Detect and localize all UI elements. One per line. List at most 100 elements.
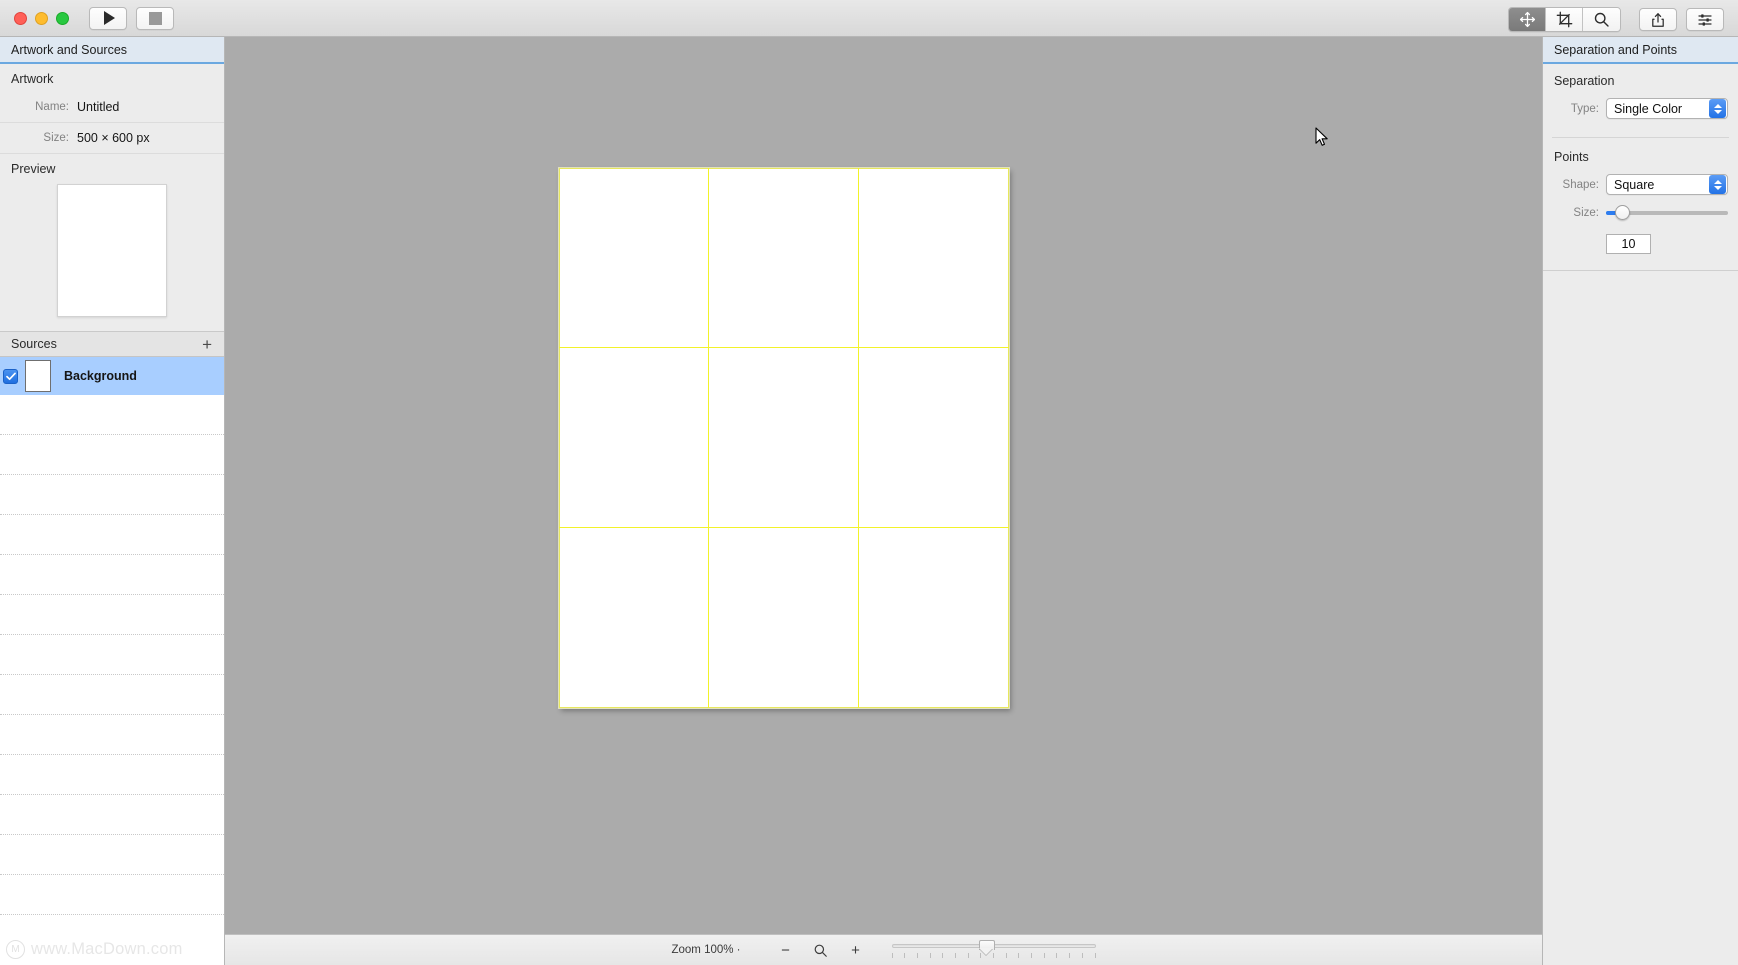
chevron-updown-icon [1709, 175, 1726, 194]
list-item[interactable] [0, 755, 224, 795]
guide-horizontal-1[interactable] [559, 347, 1009, 348]
main-body: Artwork and Sources Artwork Name: Untitl… [0, 37, 1738, 965]
play-icon [103, 11, 115, 25]
sources-empty-rows [0, 395, 224, 915]
list-item[interactable] [0, 715, 224, 755]
preview-area [0, 182, 224, 332]
guide-vertical-right[interactable] [1008, 168, 1009, 708]
play-button[interactable] [89, 6, 127, 30]
points-group: Points Shape: Square Size: 10 [1543, 140, 1738, 260]
crop-icon [1556, 11, 1572, 28]
check-icon [5, 372, 16, 380]
crop-tool-button[interactable] [1546, 8, 1583, 31]
zoom-tick [954, 953, 956, 958]
points-size-slider[interactable] [1606, 205, 1728, 221]
separation-type-label: Type: [1570, 102, 1599, 115]
zoom-tool-button[interactable] [1583, 8, 1620, 31]
zoom-tick [1081, 953, 1083, 958]
separation-group: Separation Type: Single Color [1543, 64, 1738, 131]
chevron-updown-icon [1709, 99, 1726, 118]
points-size-label: Size: [1573, 207, 1599, 219]
sliders-icon [1698, 13, 1712, 26]
minimize-button[interactable] [35, 11, 48, 25]
zoom-level-label: Zoom 100% · [671, 944, 741, 956]
list-item[interactable] [0, 875, 224, 915]
zoom-out-button[interactable]: − [773, 942, 799, 959]
guide-horizontal-top[interactable] [559, 168, 1009, 169]
preview-section-title: Preview [11, 162, 56, 176]
artwork-size-row: Size: 500 × 600 px [0, 123, 224, 154]
size-slider-thumb[interactable] [1615, 205, 1630, 220]
guide-horizontal-bottom[interactable] [559, 707, 1009, 708]
zoom-slider[interactable] [891, 940, 1096, 960]
zoom-tick [993, 953, 995, 958]
stop-icon [148, 11, 162, 25]
inspector-header: Separation and Points [1543, 37, 1738, 64]
stop-button[interactable] [136, 6, 174, 30]
guide-horizontal-2[interactable] [559, 527, 1009, 528]
zoom-tick [916, 953, 918, 958]
points-shape-value: Square [1614, 177, 1655, 192]
app-window: Artwork and Sources Artwork Name: Untitl… [0, 0, 1738, 965]
settings-button[interactable] [1686, 8, 1724, 31]
zoom-slider-ticks [891, 953, 1096, 958]
zoom-in-button[interactable]: + [843, 942, 869, 959]
zoom-fit-button[interactable] [808, 943, 834, 958]
list-item[interactable] [0, 675, 224, 715]
source-visibility-checkbox[interactable] [3, 368, 18, 384]
guide-vertical-left[interactable] [559, 168, 560, 708]
guide-vertical-2[interactable] [858, 168, 859, 708]
artwork-size-label: Size: [43, 132, 69, 144]
zoom-tick [1069, 953, 1071, 958]
source-name: Background [64, 369, 137, 383]
list-item[interactable] [0, 635, 224, 675]
move-tool-button[interactable] [1509, 8, 1546, 31]
sidebar-header: Artwork and Sources [0, 37, 224, 64]
artwork-section-title: Artwork [11, 72, 54, 86]
move-arrows-icon [1519, 11, 1535, 28]
zoom-slider-thumb[interactable] [978, 940, 995, 955]
guide-vertical-1[interactable] [708, 168, 709, 708]
points-shape-select[interactable]: Square [1606, 174, 1728, 195]
points-shape-label: Shape: [1562, 178, 1599, 191]
separation-type-value: Single Color [1614, 101, 1683, 116]
zoom-tick [1094, 953, 1096, 958]
separation-title: Separation [1554, 74, 1615, 88]
separation-type-select[interactable]: Single Color [1606, 98, 1728, 119]
zoom-button[interactable] [56, 11, 69, 25]
list-item[interactable] [0, 395, 224, 435]
list-item[interactable] [0, 595, 224, 635]
zoom-tick [1043, 953, 1045, 958]
zoom-tick [1018, 953, 1020, 958]
list-item[interactable] [0, 475, 224, 515]
points-size-input[interactable]: 10 [1606, 234, 1651, 254]
share-button[interactable] [1639, 8, 1677, 31]
aux-buttons [1639, 8, 1724, 31]
magnifier-icon [814, 944, 827, 957]
left-sidebar: Artwork and Sources Artwork Name: Untitl… [0, 37, 225, 965]
right-inspector: Separation and Points Separation Type: S… [1542, 37, 1738, 965]
list-item[interactable] [0, 555, 224, 595]
points-shape-row: Shape: Square [1543, 168, 1738, 201]
zoom-tick [891, 953, 893, 958]
artwork-name-value[interactable]: Untitled [77, 100, 119, 114]
list-item[interactable] [0, 435, 224, 475]
separation-type-row: Type: Single Color [1543, 92, 1738, 125]
artwork-size-value[interactable]: 500 × 600 px [77, 131, 150, 145]
list-item[interactable] [0, 795, 224, 835]
inspector-divider [1552, 137, 1729, 138]
list-item[interactable] [0, 835, 224, 875]
list-item[interactable]: Background [0, 357, 224, 395]
share-icon [1652, 12, 1664, 27]
status-bar: Zoom 100% · − + [225, 934, 1542, 965]
artboard[interactable] [558, 167, 1010, 709]
list-item[interactable] [0, 515, 224, 555]
add-source-button[interactable]: + [200, 336, 214, 353]
close-button[interactable] [14, 11, 27, 25]
magnifier-icon [1594, 12, 1609, 27]
source-thumbnail [25, 360, 51, 392]
sources-title: Sources [11, 337, 57, 351]
zoom-tick [967, 953, 969, 958]
canvas-stage[interactable] [225, 37, 1542, 934]
window-controls [14, 11, 69, 25]
